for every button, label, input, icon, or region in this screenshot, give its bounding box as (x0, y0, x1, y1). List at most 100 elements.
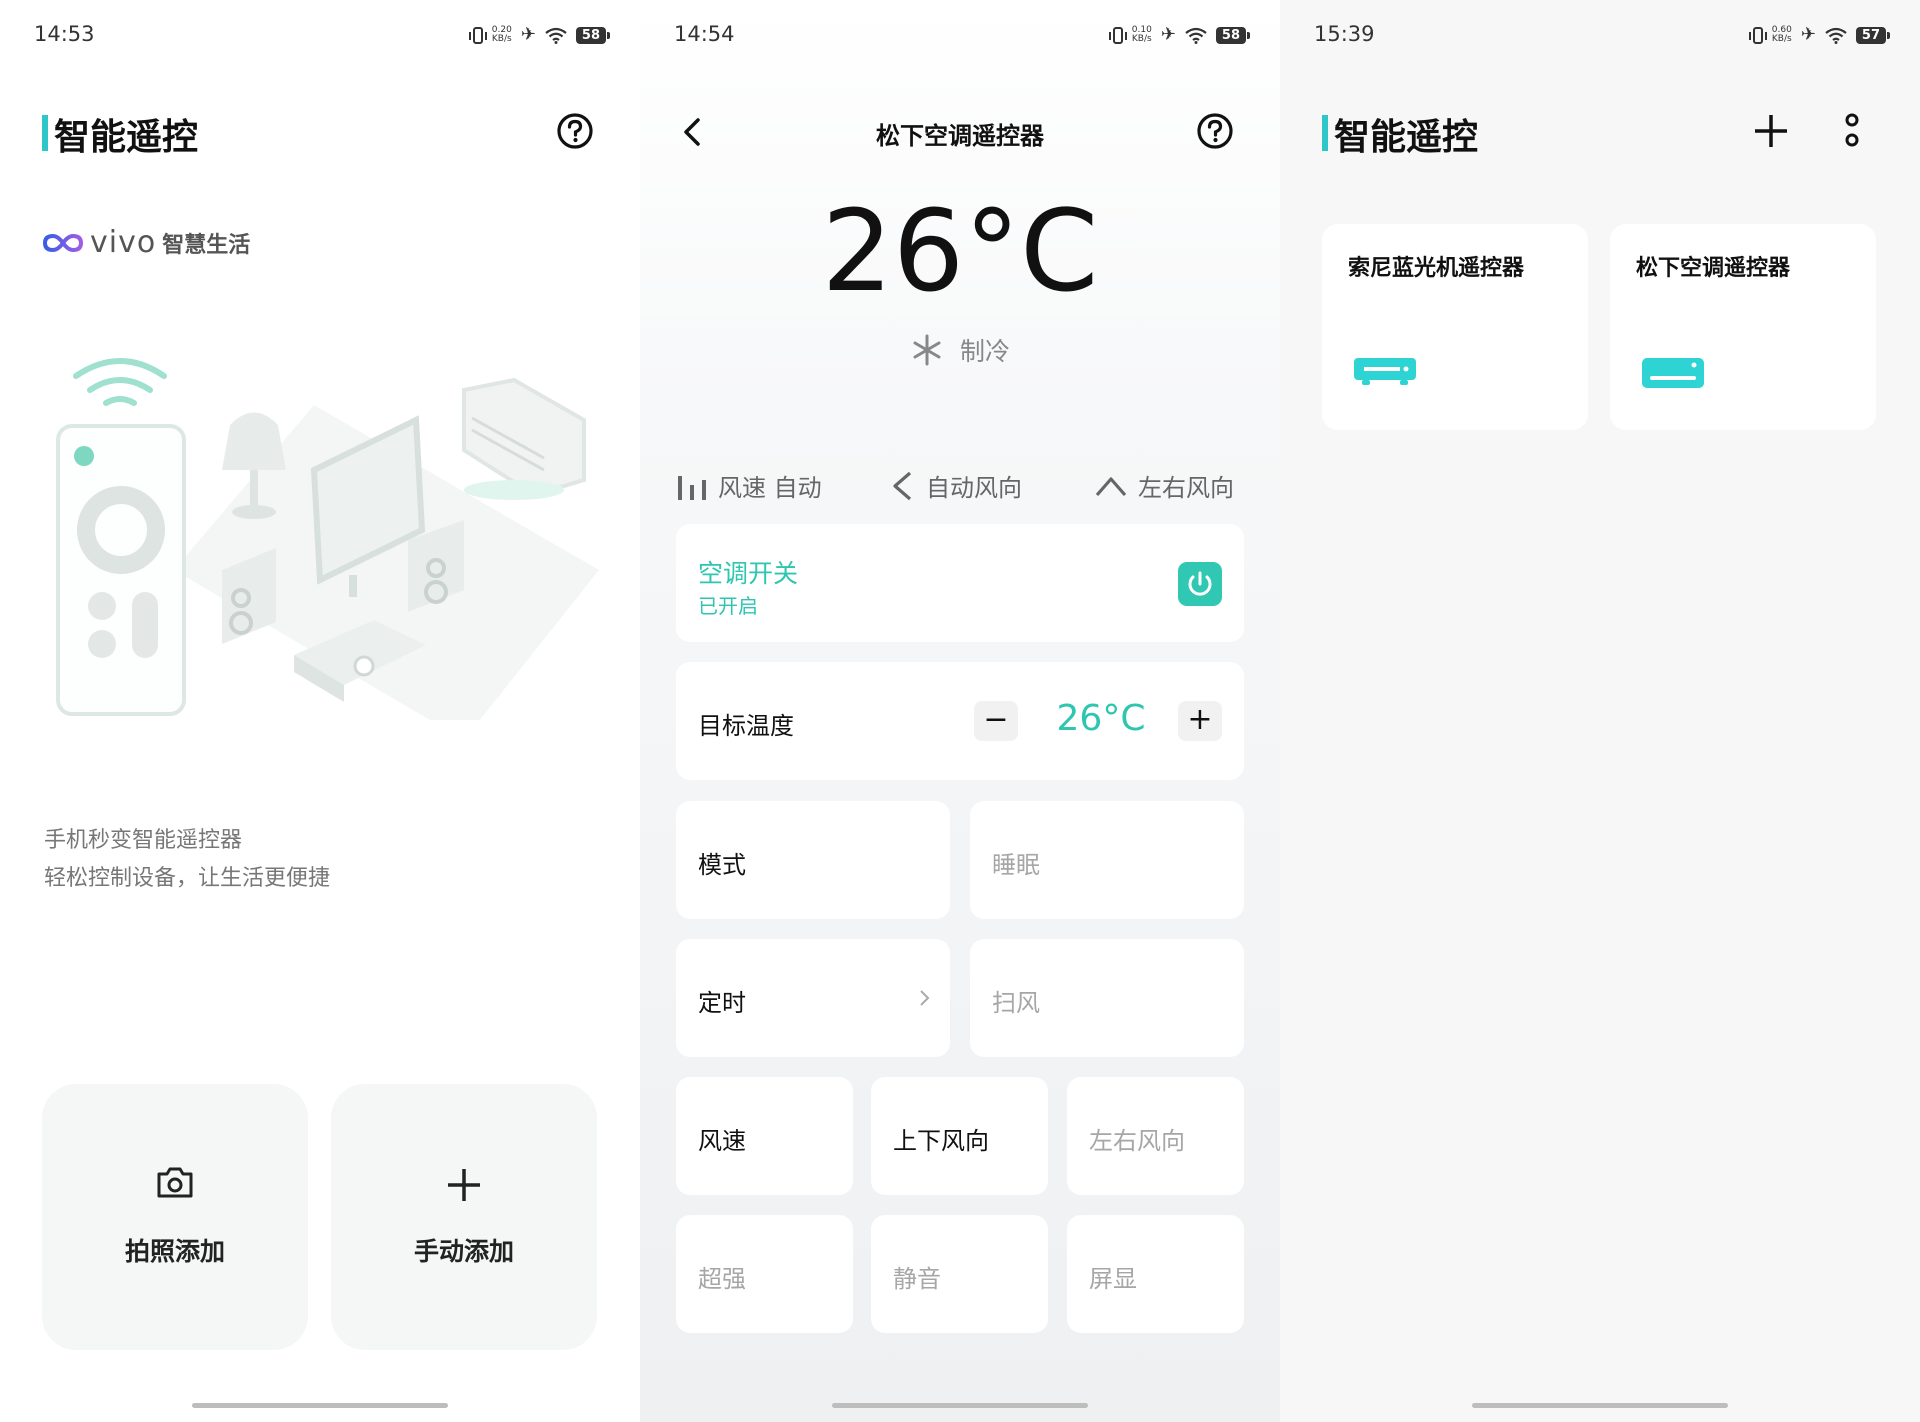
smart-home-illustration (56, 358, 599, 720)
battery-indicator: 57 (1855, 26, 1891, 44)
status-time: 14:54 (674, 22, 735, 46)
airplane-mode-icon: ✈ (1160, 24, 1176, 45)
title-accent-bar (1322, 115, 1328, 151)
photo-add-button[interactable]: 拍照添加 (42, 1084, 308, 1350)
minus-icon: − (983, 702, 1009, 737)
help-icon[interactable] (556, 112, 594, 150)
device-name: 索尼蓝光机遥控器 (1348, 256, 1525, 281)
vertical-direction-button[interactable]: 上下风向 (871, 1077, 1048, 1195)
horizontal-direction-button[interactable]: 左右风向 (1067, 1077, 1244, 1195)
caret-up-icon (1095, 476, 1127, 496)
title-accent-bar (42, 115, 48, 151)
turbo-button-label: 超强 (698, 1265, 746, 1293)
intro-screen: 14:53 0.20 KB/s ✈ 58 智能遥控 vivo 智慧生活 手机秒变… (0, 0, 640, 1422)
target-temperature-card: 目标温度 − 26°C + (676, 662, 1244, 780)
tagline-line-1: 手机秒变智能遥控器 (44, 828, 243, 853)
home-indicator[interactable] (1472, 1403, 1728, 1408)
status-icons: 0.20 KB/s ✈ 58 (468, 24, 611, 45)
vertical-direction-label: 上下风向 (893, 1127, 989, 1155)
power-title: 空调开关 (698, 559, 799, 588)
wifi-icon (545, 27, 567, 44)
vibrate-icon (468, 26, 487, 44)
display-button[interactable]: 屏显 (1067, 1215, 1244, 1333)
decrease-temp-button[interactable]: − (974, 701, 1018, 741)
fan-speed-chip[interactable]: 风速 自动 (676, 468, 822, 503)
airplane-mode-icon: ✈ (1800, 24, 1816, 45)
wifi-icon (1825, 27, 1847, 44)
vivo-logo: vivo 智慧生活 (42, 225, 250, 260)
timer-button-label: 定时 (698, 989, 746, 1017)
fan-level-bars-icon (678, 475, 706, 500)
angle-icon (893, 471, 912, 500)
photo-add-label: 拍照添加 (124, 1237, 225, 1266)
page-title: 智能遥控 (1334, 117, 1479, 158)
current-temperature: 26°C (821, 187, 1099, 317)
home-indicator[interactable] (192, 1403, 448, 1408)
vibrate-icon (1748, 26, 1767, 44)
mode-button[interactable]: 模式 (676, 801, 950, 919)
increase-temp-button[interactable]: + (1178, 701, 1222, 741)
timer-button[interactable]: 定时 (676, 939, 950, 1057)
mute-button-label: 静音 (893, 1265, 941, 1293)
mute-button[interactable]: 静音 (871, 1215, 1048, 1333)
tagline-line-2: 轻松控制设备，让生活更便捷 (44, 866, 331, 891)
fan-speed-chip-label: 风速 自动 (718, 474, 822, 502)
device-list-screen: 15:39 0.60 KB/s ✈ 57 智能遥控 索尼蓝光机遥控器 松下空调遥… (1280, 0, 1920, 1422)
fan-speed-button-label: 风速 (698, 1127, 746, 1155)
vivo-wordmark: vivo (90, 225, 157, 260)
wifi-icon (1185, 27, 1207, 44)
auto-direction-chip-label: 自动风向 (926, 474, 1022, 502)
bluray-player-icon (1354, 358, 1416, 385)
power-status: 已开启 (698, 594, 758, 618)
page-title: 松下空调遥控器 (876, 122, 1044, 150)
left-right-chip-label: 左右风向 (1138, 474, 1234, 502)
mode-label: 制冷 (959, 337, 1010, 366)
airplane-mode-icon: ✈ (520, 24, 536, 45)
status-time: 14:53 (34, 22, 95, 46)
status-bar: 15:39 0.60 KB/s ✈ 57 (1314, 18, 1891, 52)
fan-speed-button[interactable]: 风速 (676, 1077, 853, 1195)
power-toggle-button[interactable] (1178, 562, 1222, 606)
network-speed: 0.10 KB/s (1131, 25, 1152, 44)
turbo-button[interactable]: 超强 (676, 1215, 853, 1333)
status-bar: 14:53 0.20 KB/s ✈ 58 (34, 18, 611, 52)
device-name: 松下空调遥控器 (1636, 256, 1791, 281)
sweep-button[interactable]: 扫风 (970, 939, 1244, 1057)
manual-add-label: 手动添加 (413, 1237, 514, 1266)
page-title: 智能遥控 (54, 117, 199, 158)
vivo-subtitle: 智慧生活 (162, 232, 251, 258)
sleep-button[interactable]: 睡眠 (970, 801, 1244, 919)
mode-indicator: 制冷 (640, 332, 1280, 368)
plus-icon (448, 1169, 480, 1201)
status-time: 15:39 (1314, 22, 1375, 46)
horizontal-direction-label: 左右风向 (1089, 1127, 1185, 1155)
device-card-panasonic[interactable]: 松下空调遥控器 (1610, 224, 1876, 430)
more-options-icon[interactable] (1844, 112, 1860, 152)
help-icon[interactable] (1196, 112, 1234, 150)
left-right-chip[interactable]: 左右风向 (1094, 468, 1234, 503)
vibrate-icon (1108, 26, 1127, 44)
camera-icon (157, 1167, 193, 1198)
mode-button-label: 模式 (698, 851, 746, 879)
ac-remote-screen: 14:54 0.10 KB/s ✈ 58 松下空调遥控器 26°C 制冷 风速 自… (640, 0, 1280, 1422)
battery-indicator: 58 (575, 26, 611, 44)
status-icons: 0.60 KB/s ✈ 57 (1748, 24, 1891, 45)
infinity-logo-icon (42, 233, 84, 252)
power-card[interactable]: 空调开关 已开启 (676, 524, 1244, 642)
auto-direction-chip[interactable]: 自动风向 (890, 468, 1022, 503)
plus-icon: + (1187, 702, 1213, 737)
target-temp-label: 目标温度 (698, 712, 794, 740)
snowflake-icon (913, 334, 941, 366)
status-icons: 0.10 KB/s ✈ 58 (1108, 24, 1251, 45)
network-speed: 0.20 KB/s (491, 25, 512, 44)
add-device-icon[interactable] (1752, 112, 1790, 150)
manual-add-button[interactable]: 手动添加 (331, 1084, 597, 1350)
network-speed: 0.60 KB/s (1771, 25, 1792, 44)
power-icon (1188, 571, 1212, 596)
home-indicator[interactable] (832, 1403, 1088, 1408)
air-conditioner-icon (1642, 358, 1704, 388)
device-card-sony[interactable]: 索尼蓝光机遥控器 (1322, 224, 1588, 430)
battery-indicator: 58 (1215, 26, 1251, 44)
chevron-right-icon (920, 990, 930, 1006)
sweep-button-label: 扫风 (992, 989, 1040, 1017)
